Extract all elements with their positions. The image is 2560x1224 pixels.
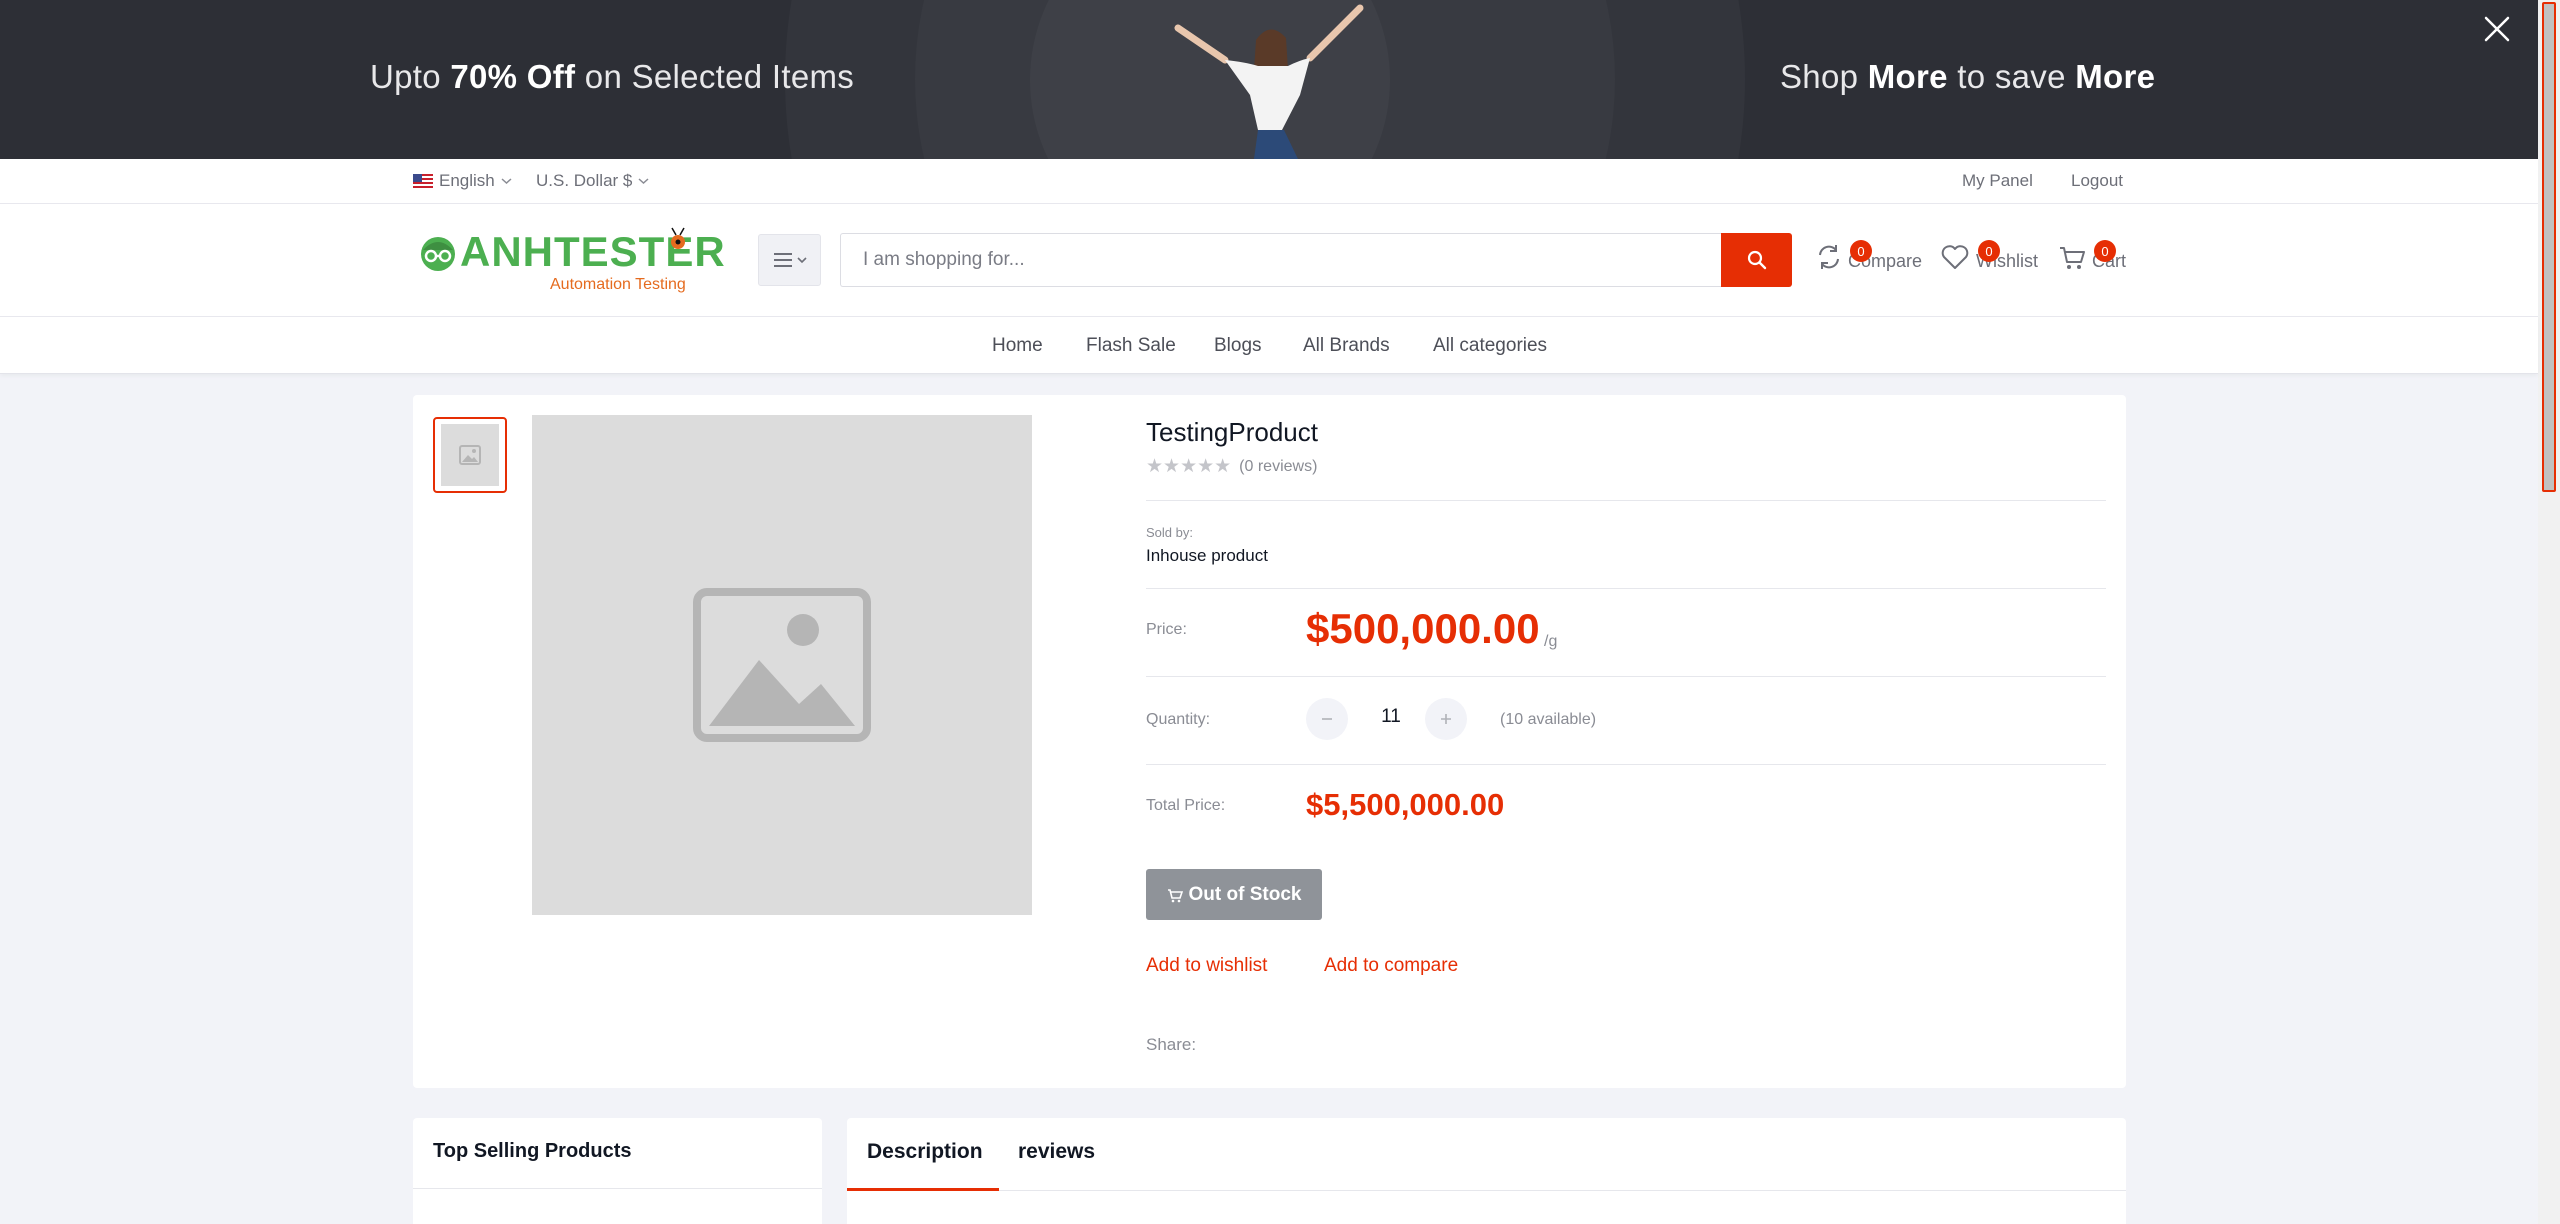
logout-link[interactable]: Logout bbox=[2071, 171, 2123, 191]
site-logo[interactable]: ANHTESTER Automation Testing bbox=[418, 226, 725, 296]
nav-item-blogs[interactable]: Blogs bbox=[1214, 335, 1262, 357]
logo-face-icon bbox=[421, 237, 455, 271]
image-placeholder-icon bbox=[459, 445, 481, 465]
product-main-image[interactable] bbox=[532, 415, 1032, 915]
price-label: Price: bbox=[1146, 621, 1187, 638]
product-tabs-panel: Description reviews bbox=[847, 1118, 2126, 1224]
top-selling-panel: Top Selling Products bbox=[413, 1118, 822, 1224]
rating-stars: ★★★★★ bbox=[1146, 456, 1232, 477]
promo-banner[interactable]: Upto 70% Off on Selected Items Shop More… bbox=[0, 0, 2538, 159]
banner-left-text: Upto 70% Off on Selected Items bbox=[370, 58, 855, 95]
nav-item-flash-sale[interactable]: Flash Sale bbox=[1086, 335, 1176, 357]
category-menu-button[interactable] bbox=[758, 234, 821, 286]
currency-label: U.S. Dollar $ bbox=[536, 171, 633, 190]
sold-by-value: Inhouse product bbox=[1146, 546, 1268, 565]
active-tab-indicator bbox=[847, 1188, 999, 1191]
quantity-input[interactable] bbox=[1366, 706, 1416, 728]
divider bbox=[413, 1188, 822, 1189]
language-label: English bbox=[439, 171, 495, 190]
top-bar: English U.S. Dollar $ My Panel Logout bbox=[0, 159, 2538, 204]
product-price: $500,000.00 bbox=[1306, 605, 1540, 652]
total-price: $5,500,000.00 bbox=[1306, 787, 1505, 822]
tab-reviews[interactable]: reviews bbox=[1018, 1140, 1095, 1164]
logo-subtitle: Automation Testing bbox=[550, 276, 686, 293]
banner-right-text: Shop More to save More bbox=[1780, 58, 2156, 95]
cart-icon bbox=[2060, 247, 2085, 269]
search-button[interactable] bbox=[1721, 233, 1792, 287]
divider bbox=[1146, 588, 2106, 589]
cart-button[interactable]: 0 Cart bbox=[2058, 240, 2126, 272]
out-of-stock-label: Out of Stock bbox=[1188, 883, 1302, 905]
language-selector[interactable]: English bbox=[413, 171, 512, 191]
divider bbox=[1146, 764, 2106, 765]
banner-woman-image bbox=[1174, 4, 1364, 159]
add-to-compare-link[interactable]: Add to compare bbox=[1324, 955, 1458, 977]
image-placeholder-icon bbox=[693, 588, 871, 742]
thumbnail-placeholder bbox=[441, 424, 499, 486]
compare-button[interactable]: 0 Compare bbox=[1816, 240, 1922, 272]
reviews-count: (0 reviews) bbox=[1239, 457, 1318, 475]
minus-icon bbox=[1322, 718, 1332, 720]
wishlist-count-badge: 0 bbox=[1978, 240, 2000, 262]
compare-count-badge: 0 bbox=[1850, 240, 1872, 262]
divider bbox=[847, 1190, 2126, 1191]
nav-item-all-brands[interactable]: All Brands bbox=[1303, 335, 1390, 357]
wishlist-button[interactable]: 0 Wishlist bbox=[1940, 240, 2038, 272]
product-thumbnail[interactable] bbox=[433, 417, 507, 493]
us-flag-icon bbox=[413, 174, 433, 188]
share-label: Share: bbox=[1146, 1035, 1197, 1054]
product-rating: ★★★★★ (0 reviews) bbox=[1146, 455, 1317, 478]
product-title: TestingProduct bbox=[1146, 417, 1318, 447]
cart-icon bbox=[1167, 888, 1183, 902]
plus-icon bbox=[1441, 714, 1451, 724]
search-input[interactable] bbox=[840, 233, 1722, 287]
my-panel-link[interactable]: My Panel bbox=[1962, 171, 2033, 191]
quantity-label: Quantity: bbox=[1146, 711, 1211, 728]
page-scrollbar[interactable] bbox=[2538, 0, 2560, 1224]
price-unit: /g bbox=[1544, 633, 1558, 650]
hamburger-icon bbox=[773, 253, 807, 267]
currency-selector[interactable]: U.S. Dollar $ bbox=[536, 171, 649, 191]
close-icon[interactable] bbox=[2480, 12, 2514, 46]
sold-by-label: Sold by: bbox=[1146, 525, 1193, 540]
available-stock: (10 available) bbox=[1500, 711, 1597, 728]
heart-icon bbox=[1941, 245, 1969, 269]
scrollbar-thumb[interactable] bbox=[2542, 2, 2556, 492]
tab-description[interactable]: Description bbox=[867, 1140, 983, 1164]
divider bbox=[1146, 676, 2106, 677]
product-details-card: TestingProduct ★★★★★ (0 reviews) Sold by… bbox=[413, 395, 2126, 1088]
top-selling-heading: Top Selling Products bbox=[433, 1140, 632, 1162]
cart-count-badge: 0 bbox=[2094, 240, 2116, 262]
site-header: ANHTESTER Automation Testing 0 Compare bbox=[0, 204, 2538, 317]
search-icon bbox=[1747, 250, 1766, 270]
quantity-increase-button[interactable] bbox=[1425, 698, 1467, 740]
logo-bug-icon bbox=[671, 227, 685, 249]
divider bbox=[1146, 500, 2106, 501]
nav-item-all-categories[interactable]: All categories bbox=[1433, 335, 1547, 357]
quantity-decrease-button[interactable] bbox=[1306, 698, 1348, 740]
main-nav: Home Flash Sale Blogs All Brands All cat… bbox=[0, 317, 2538, 374]
add-to-wishlist-link[interactable]: Add to wishlist bbox=[1146, 955, 1267, 977]
total-price-label: Total Price: bbox=[1146, 797, 1226, 814]
chevron-down-icon bbox=[638, 178, 649, 185]
nav-item-home[interactable]: Home bbox=[992, 335, 1043, 357]
compare-icon bbox=[1819, 245, 1839, 269]
out-of-stock-button[interactable]: Out of Stock bbox=[1146, 869, 1322, 920]
chevron-down-icon bbox=[501, 178, 512, 185]
